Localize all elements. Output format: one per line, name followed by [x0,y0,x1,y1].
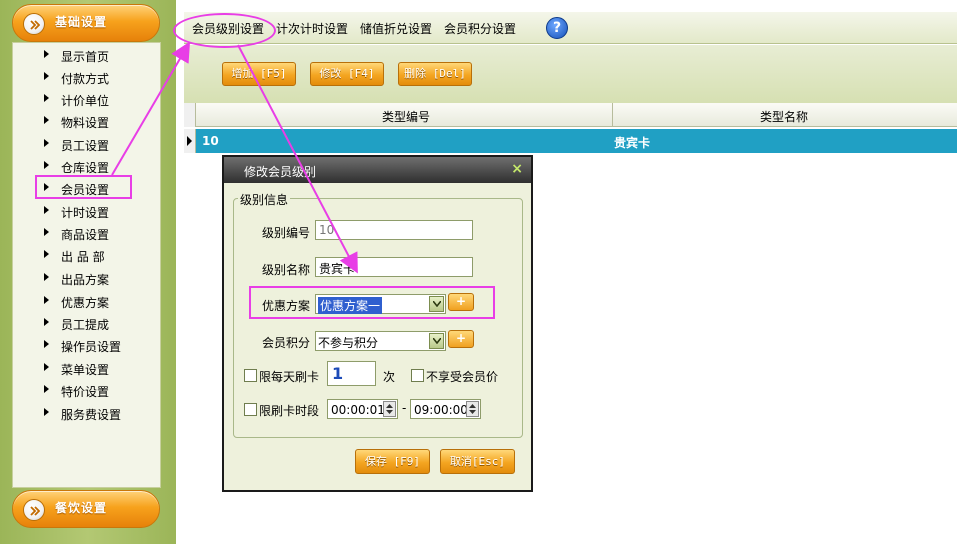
annotation-arrows [111,41,358,274]
